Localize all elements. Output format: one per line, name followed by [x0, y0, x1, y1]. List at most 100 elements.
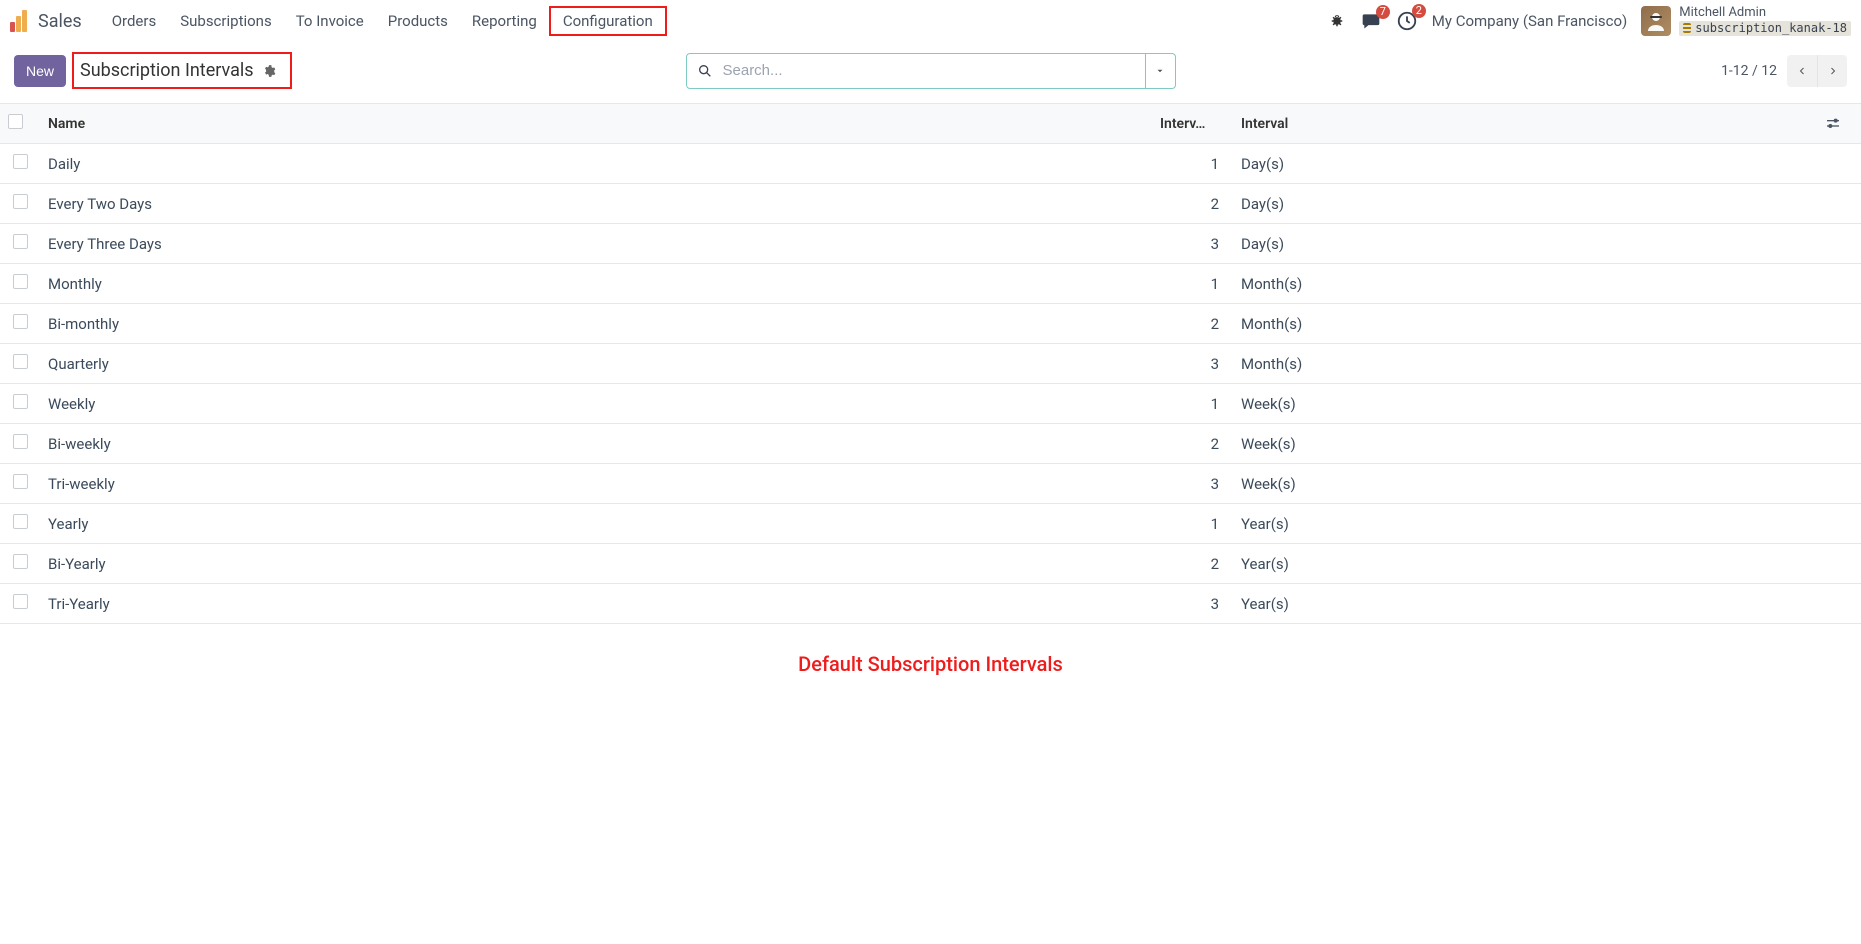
- col-header-name[interactable]: Name: [40, 104, 1152, 144]
- activities-button[interactable]: 2: [1396, 10, 1418, 32]
- annotation-caption: Default Subscription Intervals: [0, 652, 1861, 676]
- sliders-icon[interactable]: [1825, 116, 1853, 132]
- table-row[interactable]: Bi-weekly2Week(s): [0, 424, 1861, 464]
- checkbox-icon[interactable]: [13, 434, 28, 449]
- cell-trailing: [1817, 464, 1861, 504]
- cell-trailing: [1817, 584, 1861, 624]
- app-title[interactable]: Sales: [38, 11, 82, 32]
- search-options-toggle[interactable]: [1146, 53, 1176, 89]
- table-row[interactable]: Daily1Day(s): [0, 144, 1861, 184]
- search-icon: [697, 63, 713, 79]
- nav-item-subscriptions[interactable]: Subscriptions: [168, 6, 283, 36]
- cell-interval-count: 3: [1152, 224, 1227, 264]
- cell-name: Monthly: [40, 264, 1152, 304]
- table-row[interactable]: Tri-weekly3Week(s): [0, 464, 1861, 504]
- cell-interval-count: 1: [1152, 264, 1227, 304]
- col-header-interval-unit[interactable]: Interval: [1227, 104, 1817, 144]
- page-title[interactable]: Subscription Intervals: [80, 60, 254, 81]
- select-all-header[interactable]: [0, 104, 40, 144]
- row-checkbox-cell[interactable]: [0, 504, 40, 544]
- nav-item-orders[interactable]: Orders: [100, 6, 169, 36]
- messages-badge: 7: [1376, 5, 1390, 19]
- col-header-options[interactable]: [1817, 104, 1861, 144]
- cell-name: Bi-monthly: [40, 304, 1152, 344]
- cell-trailing: [1817, 544, 1861, 584]
- table-row[interactable]: Bi-Yearly2Year(s): [0, 544, 1861, 584]
- checkbox-icon[interactable]: [13, 194, 28, 209]
- checkbox-icon[interactable]: [13, 514, 28, 529]
- pager-prev-button[interactable]: [1787, 55, 1817, 87]
- new-button[interactable]: New: [14, 55, 66, 87]
- row-checkbox-cell[interactable]: [0, 544, 40, 584]
- cell-trailing: [1817, 264, 1861, 304]
- table-row[interactable]: Weekly1Week(s): [0, 384, 1861, 424]
- cell-trailing: [1817, 224, 1861, 264]
- pager-next-button[interactable]: [1817, 55, 1847, 87]
- checkbox-icon[interactable]: [13, 234, 28, 249]
- cell-name: Bi-weekly: [40, 424, 1152, 464]
- row-checkbox-cell[interactable]: [0, 304, 40, 344]
- row-checkbox-cell[interactable]: [0, 224, 40, 264]
- row-checkbox-cell[interactable]: [0, 424, 40, 464]
- cell-trailing: [1817, 184, 1861, 224]
- row-checkbox-cell[interactable]: [0, 584, 40, 624]
- table-row[interactable]: Quarterly3Month(s): [0, 344, 1861, 384]
- checkbox-icon[interactable]: [13, 554, 28, 569]
- user-menu[interactable]: Mitchell Admin subscription_kanak-18: [1641, 6, 1851, 37]
- cell-name: Tri-weekly: [40, 464, 1152, 504]
- cell-interval-count: 3: [1152, 584, 1227, 624]
- table-row[interactable]: Every Two Days2Day(s): [0, 184, 1861, 224]
- checkbox-icon[interactable]: [13, 314, 28, 329]
- cell-name: Weekly: [40, 384, 1152, 424]
- cell-interval-unit: Month(s): [1227, 344, 1817, 384]
- row-checkbox-cell[interactable]: [0, 144, 40, 184]
- gear-icon[interactable]: [262, 64, 276, 78]
- cell-interval-count: 2: [1152, 304, 1227, 344]
- checkbox-icon[interactable]: [13, 474, 28, 489]
- cell-name: Yearly: [40, 504, 1152, 544]
- pager: 1-12 / 12: [1721, 55, 1847, 87]
- checkbox-icon[interactable]: [8, 114, 23, 129]
- col-header-interval-count[interactable]: Interv…: [1152, 104, 1227, 144]
- pager-text[interactable]: 1-12 / 12: [1721, 63, 1777, 79]
- table-row[interactable]: Bi-monthly2Month(s): [0, 304, 1861, 344]
- table-row[interactable]: Every Three Days3Day(s): [0, 224, 1861, 264]
- table-row[interactable]: Tri-Yearly3Year(s): [0, 584, 1861, 624]
- cell-interval-count: 3: [1152, 464, 1227, 504]
- nav-item-to-invoice[interactable]: To Invoice: [284, 6, 376, 36]
- checkbox-icon[interactable]: [13, 154, 28, 169]
- table-row[interactable]: Monthly1Month(s): [0, 264, 1861, 304]
- company-selector[interactable]: My Company (San Francisco): [1432, 12, 1627, 30]
- cell-interval-count: 1: [1152, 504, 1227, 544]
- checkbox-icon[interactable]: [13, 394, 28, 409]
- avatar-icon: [1641, 6, 1671, 36]
- row-checkbox-cell[interactable]: [0, 384, 40, 424]
- app-logo-icon[interactable]: [10, 10, 32, 32]
- cell-trailing: [1817, 424, 1861, 464]
- checkbox-icon[interactable]: [13, 354, 28, 369]
- search-input[interactable]: [721, 61, 1135, 80]
- nav-item-reporting[interactable]: Reporting: [460, 6, 549, 36]
- row-checkbox-cell[interactable]: [0, 184, 40, 224]
- messages-button[interactable]: 7: [1360, 11, 1382, 31]
- checkbox-icon[interactable]: [13, 274, 28, 289]
- cell-interval-unit: Month(s): [1227, 304, 1817, 344]
- breadcrumb: Subscription Intervals: [72, 52, 292, 89]
- bug-icon[interactable]: [1328, 12, 1346, 30]
- cell-trailing: [1817, 144, 1861, 184]
- cell-interval-count: 2: [1152, 544, 1227, 584]
- checkbox-icon[interactable]: [13, 594, 28, 609]
- search-box[interactable]: [686, 53, 1146, 89]
- cell-interval-unit: Week(s): [1227, 424, 1817, 464]
- row-checkbox-cell[interactable]: [0, 264, 40, 304]
- table-row[interactable]: Yearly1Year(s): [0, 504, 1861, 544]
- cell-name: Daily: [40, 144, 1152, 184]
- nav-item-products[interactable]: Products: [376, 6, 460, 36]
- cell-trailing: [1817, 304, 1861, 344]
- row-checkbox-cell[interactable]: [0, 464, 40, 504]
- cell-trailing: [1817, 504, 1861, 544]
- row-checkbox-cell[interactable]: [0, 344, 40, 384]
- control-bar: New Subscription Intervals 1-12 / 12: [0, 42, 1861, 103]
- cell-interval-unit: Year(s): [1227, 544, 1817, 584]
- nav-item-configuration[interactable]: Configuration: [549, 6, 667, 36]
